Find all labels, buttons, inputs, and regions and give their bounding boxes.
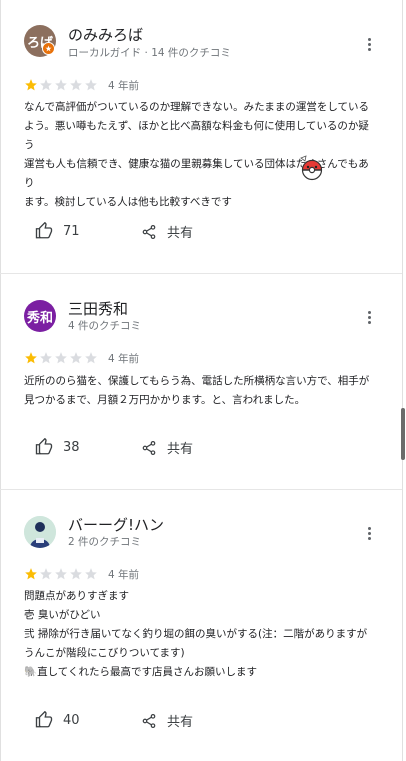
share-button[interactable]: 共有 bbox=[141, 711, 193, 730]
like-button[interactable]: 71 bbox=[35, 222, 80, 240]
like-count: 40 bbox=[63, 712, 80, 728]
reviewer-meta[interactable]: ローカルガイド · 14 件のクチコミ bbox=[68, 45, 231, 60]
share-label: 共有 bbox=[167, 226, 194, 241]
share-label: 共有 bbox=[167, 715, 194, 730]
avatar-photo-icon bbox=[24, 516, 56, 548]
reviewer-name[interactable]: のみみろば bbox=[68, 24, 143, 45]
star-empty-icon bbox=[85, 352, 97, 364]
star-empty-icon bbox=[55, 568, 67, 580]
reviewer-name[interactable]: 三田秀和 bbox=[68, 298, 128, 319]
star-empty-icon bbox=[85, 568, 97, 580]
more-options-icon[interactable] bbox=[360, 524, 378, 542]
local-guide-badge-icon bbox=[42, 42, 55, 55]
share-label: 共有 bbox=[167, 442, 194, 457]
thumbs-up-icon bbox=[35, 438, 53, 455]
share-button[interactable]: 共有 bbox=[141, 438, 193, 457]
star-empty-icon bbox=[70, 568, 82, 580]
avatar[interactable]: 秀和 bbox=[24, 300, 56, 332]
review-text: 問題点がありすぎます 壱 臭いがひどい 弐 掃除が行き届いてなく釣り堀の餌の臭い… bbox=[24, 590, 368, 678]
star-empty-icon bbox=[40, 568, 52, 580]
review-date: 4 年前 bbox=[108, 80, 140, 92]
like-count: 71 bbox=[63, 223, 80, 239]
pokeball-sticker-icon bbox=[299, 154, 329, 184]
star-rating bbox=[24, 351, 98, 365]
like-button[interactable]: 38 bbox=[35, 438, 80, 456]
star-rating bbox=[24, 78, 98, 92]
review-date: 4 年前 bbox=[108, 569, 140, 581]
star-empty-icon bbox=[40, 352, 52, 364]
share-button[interactable]: 共有 bbox=[141, 222, 193, 241]
star-empty-icon bbox=[55, 79, 67, 91]
share-icon bbox=[142, 224, 156, 239]
review-text: 近所ののら猫を、保護してもらう為、電話した所横柄な言い方で、相手が 見つかるまで… bbox=[24, 375, 370, 406]
scrollbar-thumb[interactable] bbox=[401, 408, 405, 460]
star-empty-icon bbox=[55, 352, 67, 364]
share-icon bbox=[142, 713, 156, 728]
star-empty-icon bbox=[85, 79, 97, 91]
panel-right-border bbox=[402, 0, 403, 761]
review-date: 4 年前 bbox=[108, 353, 140, 365]
avatar-text: 秀和 bbox=[26, 310, 53, 326]
avatar[interactable] bbox=[24, 516, 56, 548]
star-empty-icon bbox=[70, 79, 82, 91]
star-filled-icon bbox=[25, 352, 37, 364]
reviewer-meta[interactable]: 4 件のクチコミ bbox=[68, 318, 141, 333]
like-count: 38 bbox=[63, 439, 80, 455]
review-divider bbox=[0, 273, 402, 274]
star-empty-icon bbox=[40, 79, 52, 91]
star-filled-icon bbox=[25, 79, 37, 91]
more-options-icon[interactable] bbox=[360, 35, 378, 53]
reviewer-meta[interactable]: 2 件のクチコミ bbox=[68, 534, 141, 549]
like-button[interactable]: 40 bbox=[35, 711, 80, 729]
review-divider bbox=[0, 489, 402, 490]
reviewer-name[interactable]: バーーグ!ハン bbox=[68, 514, 164, 535]
thumbs-up-icon bbox=[35, 711, 53, 728]
star-rating bbox=[24, 567, 98, 581]
share-icon bbox=[142, 440, 156, 455]
more-options-icon[interactable] bbox=[360, 308, 378, 326]
star-empty-icon bbox=[70, 352, 82, 364]
panel-left-border bbox=[0, 0, 1, 761]
thumbs-up-icon bbox=[35, 222, 53, 239]
star-filled-icon bbox=[25, 568, 37, 580]
